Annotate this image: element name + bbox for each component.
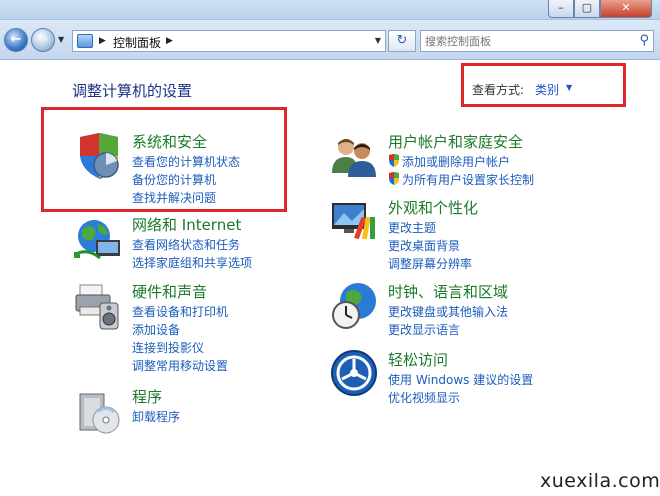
- link-display-language[interactable]: 更改显示语言: [388, 321, 460, 338]
- link-change-background[interactable]: 更改桌面背景: [388, 237, 460, 254]
- link-keyboard-input[interactable]: 更改键盘或其他输入法: [388, 303, 508, 320]
- link-network-status[interactable]: 查看网络状态和任务: [132, 236, 240, 253]
- link-connect-projector[interactable]: 连接到投影仪: [132, 339, 204, 356]
- printer-speaker-icon: [75, 284, 119, 330]
- users-icon: [332, 139, 376, 177]
- link-troubleshoot[interactable]: 查找并解决问题: [132, 189, 216, 206]
- category-title-network-internet[interactable]: 网络和 Internet: [132, 214, 241, 235]
- watermark: xuexila.com: [540, 470, 660, 492]
- address-dropdown-icon[interactable]: ▼: [375, 36, 381, 45]
- address-field[interactable]: ▶ 控制面板 ▶ ▼: [72, 30, 386, 52]
- title-bar: – ▢ ✕: [0, 0, 660, 20]
- maximize-button[interactable]: ▢: [574, 0, 600, 18]
- link-screen-resolution[interactable]: 调整屏幕分辨率: [388, 255, 472, 272]
- globe-network-icon: [74, 220, 120, 260]
- category-title-user-accounts[interactable]: 用户帐户和家庭安全: [388, 131, 523, 152]
- monitor-personalize-icon: [332, 203, 375, 240]
- link-optimize-display[interactable]: 优化视频显示: [388, 389, 460, 406]
- highlight-box-view-by: [461, 63, 626, 107]
- link-add-device[interactable]: 添加设备: [132, 321, 180, 338]
- link-parental-controls[interactable]: 为所有用户设置家长控制: [402, 171, 534, 188]
- link-add-remove-accounts[interactable]: 添加或删除用户帐户: [402, 153, 510, 170]
- category-title-ease-of-access[interactable]: 轻松访问: [388, 349, 448, 370]
- control-panel-content: 调整计算机的设置 查看方式: 类别 ▼ 系统和安全 查看您的计算机状态 备份您的…: [0, 61, 660, 496]
- close-button[interactable]: ✕: [600, 0, 652, 18]
- minimize-button[interactable]: –: [548, 0, 574, 18]
- category-title-programs[interactable]: 程序: [132, 386, 162, 407]
- category-title-appearance[interactable]: 外观和个性化: [388, 197, 478, 218]
- ease-of-access-icon: [331, 350, 377, 396]
- link-change-theme[interactable]: 更改主题: [388, 219, 436, 236]
- breadcrumb-chevron-icon[interactable]: ▶: [99, 36, 106, 46]
- uac-shield-icon: [389, 154, 399, 167]
- link-windows-recommended[interactable]: 使用 Windows 建议的设置: [388, 371, 533, 388]
- breadcrumb-control-panel[interactable]: 控制面板: [113, 34, 161, 51]
- forward-button[interactable]: →: [31, 28, 55, 52]
- back-button[interactable]: ←: [4, 28, 28, 52]
- link-homegroup-sharing[interactable]: 选择家庭组和共享选项: [132, 254, 252, 271]
- link-view-computer-status[interactable]: 查看您的计算机状态: [132, 153, 240, 170]
- control-panel-icon: [77, 34, 93, 48]
- recent-pages-dropdown-icon[interactable]: ▼: [58, 35, 64, 44]
- category-title-clock-language[interactable]: 时钟、语言和区域: [388, 281, 508, 302]
- address-toolbar: ← → ▼ ▶ 控制面板 ▶ ▼ ↻ ⚲: [0, 20, 660, 60]
- uac-shield-icon: [389, 172, 399, 185]
- page-title: 调整计算机的设置: [72, 82, 193, 100]
- search-box[interactable]: ⚲: [420, 30, 654, 52]
- refresh-button[interactable]: ↻: [388, 30, 416, 52]
- link-backup-computer[interactable]: 备份您的计算机: [132, 171, 216, 188]
- category-title-hardware-sound[interactable]: 硬件和声音: [132, 281, 207, 302]
- shield-icon: [80, 133, 119, 179]
- link-mobility-settings[interactable]: 调整常用移动设置: [132, 357, 228, 374]
- link-devices-printers[interactable]: 查看设备和打印机: [132, 303, 228, 320]
- link-uninstall-program[interactable]: 卸载程序: [132, 408, 180, 425]
- breadcrumb-chevron-icon[interactable]: ▶: [166, 36, 173, 46]
- programs-disc-icon: [79, 393, 120, 434]
- search-icon[interactable]: ⚲: [639, 33, 649, 48]
- globe-clock-icon: [332, 283, 376, 329]
- category-title-system-security[interactable]: 系统和安全: [132, 131, 207, 152]
- search-input[interactable]: [425, 33, 625, 49]
